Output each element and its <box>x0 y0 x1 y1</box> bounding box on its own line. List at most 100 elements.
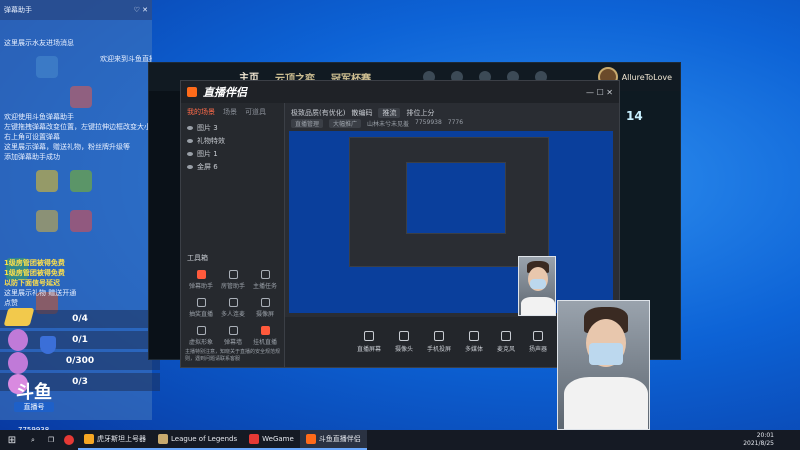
tab-my-scenes[interactable]: 我的场景 <box>187 107 215 117</box>
tool-room-admin[interactable]: 房管助手 <box>217 268 249 292</box>
window-controls[interactable]: — ☐ ✕ <box>586 88 613 97</box>
taskbar-app[interactable]: WeGame <box>243 430 300 450</box>
chat-line: 欢迎来到斗鱼直播间 <box>100 55 152 63</box>
taskbar-app[interactable]: League of Legends <box>152 430 244 450</box>
taskbar-app[interactable]: 斗鱼直播伴侣 <box>299 430 367 450</box>
tool-danmu-wall[interactable]: 弹幕墙 <box>217 324 249 348</box>
action-label: 麦克风 <box>497 346 516 353</box>
tool-multi-mic[interactable]: 多人连麦 <box>217 296 249 320</box>
live-manage-button[interactable]: 直播管理 <box>291 119 324 128</box>
nested-preview <box>406 162 506 234</box>
source-label: 图片 3 <box>197 123 218 132</box>
taskbar-app-label: 虎牙斯坦上号器 <box>97 435 146 443</box>
app-icon <box>249 434 260 444</box>
speaker-button[interactable]: 扬声器 <box>529 331 547 353</box>
face-mask <box>530 279 546 289</box>
counter-value: 0/3 <box>72 377 88 387</box>
chat-highlight-line: 1级房管团被得免费 <box>4 259 65 267</box>
stream-app-header: 直播伴侣 — ☐ ✕ <box>181 81 619 103</box>
monitor-icon <box>363 331 374 341</box>
tool-icon <box>228 270 238 279</box>
counter-value: 0/1 <box>72 335 88 345</box>
stream-preview <box>289 131 613 313</box>
chat-line: 左键拖拽弹幕改变位置，左键拉伸边框改变大小 <box>4 123 151 131</box>
tool-icon <box>260 298 270 307</box>
tool-label: 多人连麦 <box>220 311 245 318</box>
encoder-label[interactable]: 散编码 <box>351 108 372 118</box>
app-icon <box>158 434 168 444</box>
screen-capture-button[interactable]: 直播屏幕 <box>357 331 381 353</box>
chrome-icon[interactable] <box>60 435 78 445</box>
chat-gift-line: 这里展示礼物 赠送开通 <box>0 288 152 298</box>
tool-label: 挂机直播 <box>252 339 277 346</box>
taskbar-app-label: League of Legends <box>171 435 238 443</box>
toolbox-title: 工具箱 <box>187 254 208 262</box>
tool-icon <box>196 298 206 307</box>
windows-start-icon[interactable]: ⊞ <box>0 435 24 446</box>
clock-time: 20:01 <box>756 432 774 439</box>
chat-panel-controls[interactable]: ♡ ✕ <box>134 5 148 15</box>
gift-line-text: 这里展示礼物 <box>4 289 46 297</box>
tool-tasks[interactable]: 主播任务 <box>249 268 281 292</box>
tab-scenes[interactable]: 场景 <box>223 107 237 117</box>
app-logo-icon <box>187 87 197 97</box>
system-clock[interactable]: 20:01 2021/8/25 <box>743 432 774 448</box>
source-item[interactable]: 图片 1 <box>181 147 284 160</box>
chat-line: 这里展示水友进场消息 <box>4 39 74 47</box>
room-title[interactable]: 排位上分 <box>406 108 434 118</box>
taskbar-app[interactable]: 虎牙斯坦上号器 <box>78 430 152 450</box>
action-label: 手机投屏 <box>426 346 451 353</box>
phone-cast-button[interactable]: 手机投屏 <box>427 331 451 353</box>
source-item[interactable]: 礼物特效 <box>181 134 284 147</box>
camera-icon <box>398 331 409 341</box>
scene-tabs: 我的场景 场景 可道具 <box>181 103 284 121</box>
webcam-small <box>518 256 556 316</box>
push-badge[interactable]: 推流 <box>378 108 401 118</box>
eye-icon[interactable] <box>187 151 193 156</box>
nested-preview <box>349 137 549 267</box>
tool-lottery[interactable]: 抽奖直播 <box>185 296 217 320</box>
streamer-notice: 主播特别注意，知晓关于直播的安全规范规则，遇到问题请联系客服 <box>185 349 281 362</box>
tool-label: 虚拟形象 <box>188 339 213 346</box>
room-settings-row: 极致品质(有优化) 散编码 推流 排位上分 <box>291 108 434 118</box>
task-view-icon[interactable]: ❐ <box>42 436 60 444</box>
action-label: 扬声器 <box>529 346 548 353</box>
tool-camera-screen[interactable]: 摄像屏 <box>249 296 281 320</box>
tool-icon <box>228 326 238 335</box>
eye-icon[interactable] <box>187 125 193 130</box>
tool-label: 弹幕助手 <box>188 283 213 290</box>
search-icon[interactable]: ⌕ <box>24 436 42 445</box>
play-icon <box>469 331 479 341</box>
speaker-icon <box>533 331 544 341</box>
eye-icon[interactable] <box>187 138 193 143</box>
eye-icon[interactable] <box>187 164 193 169</box>
stream-companion-window[interactable]: 直播伴侣 — ☐ ✕ 我的场景 场景 可道具 图片 3 礼物特效 图片 1 金屏… <box>180 80 620 368</box>
source-item[interactable]: 金屏 6 <box>181 160 284 173</box>
chat-highlight-line: 1级房管团被得免费 <box>4 269 65 277</box>
source-item[interactable]: 图片 3 <box>181 121 284 134</box>
tool-avatar[interactable]: 虚拟形象 <box>185 324 217 348</box>
counter-value: 0/300 <box>65 356 95 366</box>
promotion-button[interactable]: 大幅推广 <box>329 119 362 128</box>
tab-props[interactable]: 可道具 <box>245 107 266 117</box>
chat-line: 右上角可设置弹幕 <box>4 133 60 141</box>
source-label: 图片 1 <box>197 149 218 158</box>
windows-taskbar: ⊞ ⌕ ❐ 虎牙斯坦上号器 League of Legends WeGame 斗… <box>0 430 800 450</box>
quality-label[interactable]: 极致品质(有优化) <box>291 108 345 118</box>
tool-afk-stream[interactable]: 挂机直播 <box>249 324 281 348</box>
lol-social-count: 14 <box>626 109 643 123</box>
microphone-button[interactable]: 麦克风 <box>497 331 515 353</box>
tool-danmu[interactable]: 弹幕助手 <box>185 268 217 292</box>
tool-label: 弹幕墙 <box>223 339 242 346</box>
tool-label: 房管助手 <box>220 283 245 290</box>
chat-panel-title: 弹幕助手 <box>4 6 32 14</box>
clock-date: 2021/8/25 <box>743 440 774 447</box>
media-button[interactable]: 多媒体 <box>465 331 483 353</box>
face-mask <box>589 343 623 365</box>
viewer-count: 7776 <box>447 119 464 126</box>
chat-panel-header[interactable]: 弹幕助手 ♡ ✕ <box>0 0 152 20</box>
tool-icon <box>196 270 206 279</box>
camera-button[interactable]: 摄像头 <box>395 331 413 353</box>
app-icon <box>84 434 94 444</box>
room-info-row: 直播管理 大幅推广 山林未兮未见羞 7759938 7776 <box>291 119 463 128</box>
